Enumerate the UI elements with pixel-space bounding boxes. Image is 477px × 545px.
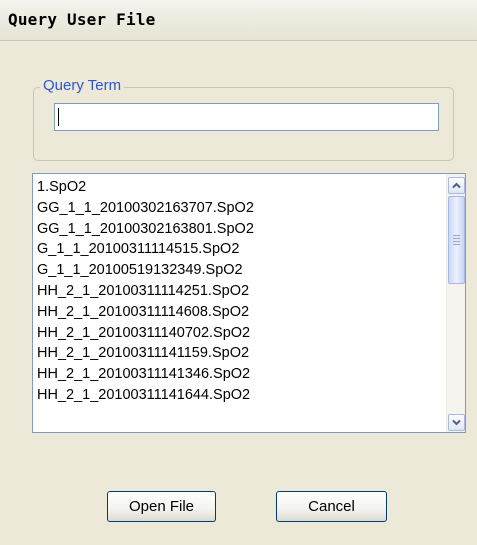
query-user-file-dialog: Query User File Query Term 1.SpO2 GG_1_1_…: [0, 0, 477, 545]
cancel-button[interactable]: Cancel: [276, 491, 387, 522]
list-item[interactable]: 1.SpO2: [33, 177, 447, 198]
chevron-up-icon: [452, 182, 461, 189]
open-file-button[interactable]: Open File: [107, 491, 216, 522]
query-term-input[interactable]: [54, 103, 439, 131]
list-item[interactable]: HH_2_1_20100311140702.SpO2: [33, 323, 447, 344]
list-item[interactable]: HH_2_1_20100311141644.SpO2: [33, 385, 447, 406]
list-item[interactable]: G_1_1_20100311114515.SpO2: [33, 239, 447, 260]
file-list-items: 1.SpO2 GG_1_1_20100302163707.SpO2 GG_1_1_2…: [33, 174, 447, 406]
title-bar[interactable]: Query User File: [0, 0, 477, 41]
chevron-down-icon: [452, 419, 461, 426]
scroll-thumb[interactable]: [448, 196, 465, 284]
list-item[interactable]: HH_2_1_20100311114608.SpO2: [33, 302, 447, 323]
vertical-scrollbar[interactable]: [446, 174, 465, 432]
scroll-up-button[interactable]: [448, 177, 465, 194]
list-item[interactable]: GG_1_1_20100302163801.SpO2: [33, 219, 447, 240]
scroll-down-button[interactable]: [448, 414, 465, 431]
list-item[interactable]: GG_1_1_20100302163707.SpO2: [33, 198, 447, 219]
window-title: Query User File: [8, 10, 156, 29]
text-caret: [58, 108, 59, 126]
query-term-legend: Query Term: [40, 77, 125, 95]
file-listbox[interactable]: 1.SpO2 GG_1_1_20100302163707.SpO2 GG_1_1_2…: [32, 173, 466, 433]
list-item[interactable]: HH_2_1_20100311114251.SpO2: [33, 281, 447, 302]
list-item[interactable]: HH_2_1_20100311141346.SpO2: [33, 364, 447, 385]
thumb-grip: [453, 235, 460, 247]
list-item[interactable]: HH_2_1_20100311141159.SpO2: [33, 343, 447, 364]
list-item[interactable]: G_1_1_20100519132349.SpO2: [33, 260, 447, 281]
